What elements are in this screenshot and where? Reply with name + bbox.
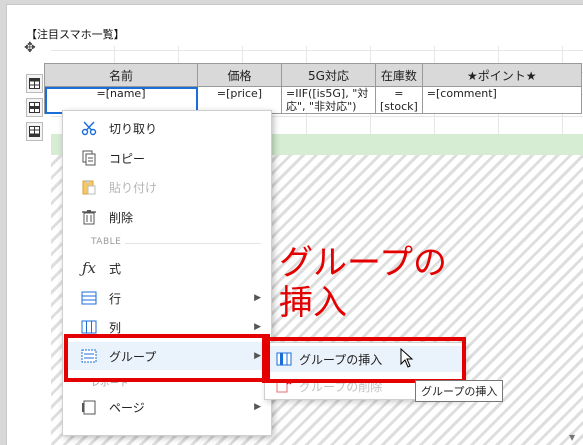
row-icon: [79, 289, 99, 307]
menu-item-label: コピー: [109, 151, 146, 166]
menu-item-paste[interactable]: 貼り付け: [63, 173, 271, 201]
mouse-cursor-icon: [400, 348, 414, 368]
trash-icon: [79, 208, 99, 226]
menu-item-label: 行: [109, 291, 122, 306]
detail-cell[interactable]: =[comment]: [421, 86, 582, 114]
table-header-row: 名前 価格 5G対応 在庫数 ★ポイント★: [44, 63, 582, 87]
table-footer-select-icon[interactable]: [26, 122, 43, 141]
paste-icon: [79, 178, 99, 196]
copy-icon: [79, 149, 99, 167]
function-icon: ƒx: [81, 259, 96, 277]
menu-section-table: TABLE: [91, 237, 122, 247]
detail-cell[interactable]: =IIF([is5G], "対応", "非対応"): [281, 86, 376, 114]
highlight-box-group-menu: [64, 334, 270, 382]
menu-item-label: ページ: [109, 400, 145, 415]
submenu-arrow-icon: ▶: [254, 322, 261, 332]
submenu-arrow-icon: ▶: [254, 293, 261, 303]
menu-item-page[interactable]: ページ ▶: [63, 393, 271, 421]
table-detail-select-icon[interactable]: [26, 98, 43, 117]
tooltip: グループの挿入: [415, 380, 504, 402]
detail-cell[interactable]: =[stock]: [375, 86, 423, 114]
menu-item-label: 貼り付け: [109, 180, 158, 195]
menu-item-delete[interactable]: 削除: [63, 203, 271, 231]
menu-item-cut[interactable]: 切り取り: [63, 114, 271, 142]
menu-item-copy[interactable]: コピー: [63, 144, 271, 172]
report-table[interactable]: 名前 価格 5G対応 在庫数 ★ポイント★ =[name] =[price] =…: [44, 63, 582, 114]
page-icon: [79, 398, 99, 416]
menu-item-label: 削除: [109, 210, 134, 225]
table-header-select-icon[interactable]: [26, 74, 43, 93]
move-handle-icon[interactable]: ✥: [24, 40, 36, 56]
annotation-line-2: 挿入: [279, 283, 347, 323]
report-title[interactable]: 【注目スマホ一覧】: [26, 26, 125, 42]
context-menu: 切り取り コピー 貼り付け 削除 TABLE ƒx 式 行 ▶ 列 ▶ グループ…: [62, 110, 272, 436]
highlight-box-insert-group: [262, 337, 466, 383]
menu-separator: [125, 243, 261, 244]
header-cell[interactable]: 在庫数: [375, 63, 423, 87]
annotation-line-1: グループの: [279, 243, 447, 283]
table-side-toolbar: [26, 74, 43, 146]
menu-item-label: 切り取り: [109, 121, 158, 136]
submenu-arrow-icon: ▶: [254, 402, 261, 412]
header-cell[interactable]: 価格: [197, 63, 282, 87]
scissors-icon: [79, 119, 99, 137]
menu-item-expression[interactable]: ƒx 式: [63, 254, 271, 282]
menu-item-row[interactable]: 行 ▶: [63, 284, 271, 312]
header-cell[interactable]: ★ポイント★: [421, 63, 582, 87]
header-cell[interactable]: 5G対応: [281, 63, 376, 87]
menu-item-label: 式: [109, 261, 122, 276]
scroll-down-arrow-icon[interactable]: ▼: [569, 433, 575, 442]
annotation-text: グループの 挿入: [279, 243, 447, 323]
header-cell[interactable]: 名前: [44, 63, 198, 87]
menu-item-label: 列: [109, 320, 122, 335]
